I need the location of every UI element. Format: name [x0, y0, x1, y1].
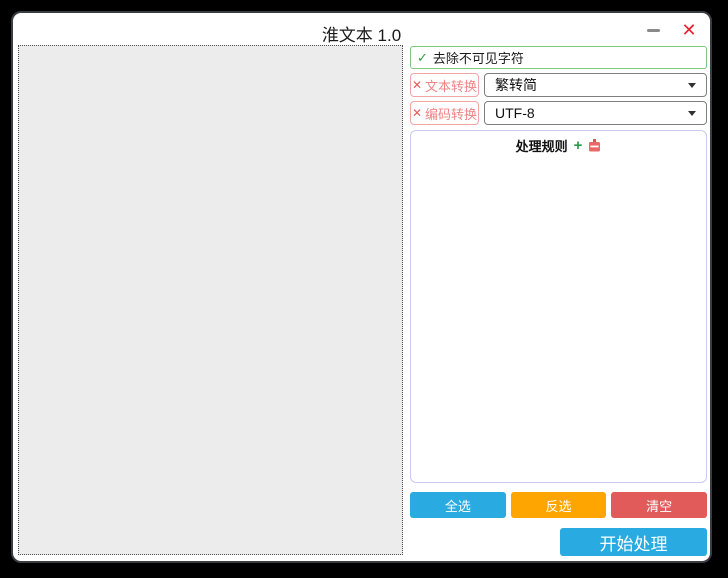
rules-list-panel[interactable]: 处理规则 +	[410, 130, 707, 483]
text-convert-toggle[interactable]: ✕ 文本转换	[410, 73, 479, 97]
clear-button[interactable]: 清空	[611, 492, 707, 518]
encoding-convert-row: ✕ 编码转换 UTF-8	[410, 101, 707, 125]
selection-buttons: 全选 反选 清空	[410, 492, 707, 518]
window-controls: ✕	[642, 19, 700, 41]
rules-header: 处理规则 +	[411, 131, 706, 155]
encoding-convert-toggle[interactable]: ✕ 编码转换	[410, 101, 479, 125]
invert-selection-button[interactable]: 反选	[511, 492, 607, 518]
x-icon: ✕	[412, 79, 422, 91]
encoding-convert-select[interactable]: UTF-8	[484, 101, 707, 125]
x-icon: ✕	[412, 107, 422, 119]
text-convert-select[interactable]: 繁转简	[484, 73, 707, 97]
app-window: 淮文本 1.0 ✕ ✓ 去除不可见字符 ✕ 文本转换 繁转简	[11, 11, 712, 563]
encoding-convert-value: UTF-8	[495, 105, 535, 121]
window-title: 淮文本 1.0	[13, 21, 710, 46]
text-convert-label: 文本转换	[425, 76, 477, 95]
rules-title: 处理规则	[516, 136, 568, 155]
settings-panel: ✓ 去除不可见字符 ✕ 文本转换 繁转简 ✕ 编码转换 UTF-8	[410, 46, 707, 556]
file-drop-zone[interactable]	[18, 45, 403, 555]
remove-invisible-label: 去除不可见字符	[433, 48, 524, 67]
remove-invisible-option[interactable]: ✓ 去除不可见字符	[410, 46, 707, 69]
select-all-button[interactable]: 全选	[410, 492, 506, 518]
brush-icon	[588, 139, 601, 152]
chevron-down-icon	[688, 111, 696, 116]
text-convert-value: 繁转简	[495, 75, 537, 95]
minimize-button[interactable]	[642, 19, 664, 41]
text-convert-row: ✕ 文本转换 繁转简	[410, 73, 707, 97]
add-rule-button[interactable]: +	[574, 138, 583, 153]
title-bar[interactable]: 淮文本 1.0 ✕	[13, 13, 710, 45]
chevron-down-icon	[688, 83, 696, 88]
minimize-icon	[647, 29, 660, 32]
encoding-convert-label: 编码转换	[425, 104, 477, 123]
check-icon: ✓	[417, 51, 428, 64]
clear-rules-button[interactable]	[588, 139, 601, 152]
start-processing-button[interactable]: 开始处理	[560, 528, 707, 556]
close-button[interactable]: ✕	[678, 19, 700, 41]
close-icon: ✕	[681, 20, 696, 41]
